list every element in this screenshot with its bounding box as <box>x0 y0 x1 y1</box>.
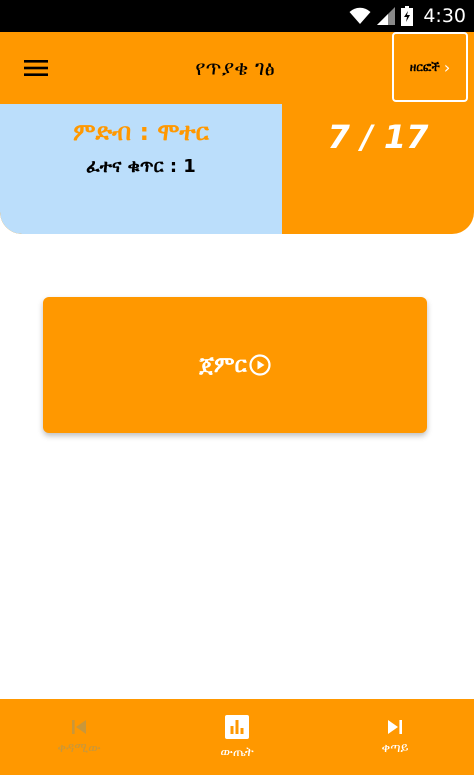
menu-button[interactable] <box>14 46 58 90</box>
previous-button[interactable]: ቀዳሚው <box>0 699 158 775</box>
page-title: የጥያቄ ገፅ <box>195 55 275 80</box>
exam-info-card: ምድብ : ሞተር ፈተና ቁጥር : 1 7 / 17 <box>0 104 474 234</box>
question-progress: 7 / 17 <box>327 118 429 156</box>
next-label: ቀጣይ <box>381 740 409 756</box>
previous-label: ቀዳሚው <box>57 740 101 756</box>
exam-number-label: ፈተና ቁጥር : 1 <box>86 156 196 177</box>
skip-previous-icon <box>72 719 86 734</box>
hamburger-menu-icon <box>24 60 48 76</box>
bottom-navigation: ቀዳሚው ውጤት ቀጣይ <box>0 699 474 775</box>
topic-label: ምድብ : ሞተር <box>73 118 209 146</box>
results-button[interactable]: ውጤት <box>158 699 316 775</box>
categories-label: ዘርፎች <box>409 59 440 74</box>
chevron-right-icon: › <box>443 57 451 77</box>
results-label: ውጤት <box>220 744 254 760</box>
start-button-label: ጀምር <box>199 352 247 378</box>
exam-info-panel: ምድብ : ሞተር ፈተና ቁጥር : 1 <box>0 104 282 234</box>
chart-icon <box>225 714 249 739</box>
battery-icon <box>401 6 414 26</box>
skip-next-icon <box>388 719 402 734</box>
status-time: 4:30 <box>423 5 466 27</box>
status-bar: 4:30 <box>0 0 474 32</box>
play-circle-icon <box>249 354 271 376</box>
next-button[interactable]: ቀጣይ <box>316 699 474 775</box>
wifi-icon <box>349 7 371 24</box>
app-bar: የጥያቄ ገፅ ዘርፎች › <box>0 32 474 104</box>
categories-button[interactable]: ዘርፎች › <box>392 32 468 102</box>
start-button[interactable]: ጀምር <box>43 297 427 433</box>
signal-icon <box>377 7 396 25</box>
status-icons: 4:30 <box>349 0 466 32</box>
